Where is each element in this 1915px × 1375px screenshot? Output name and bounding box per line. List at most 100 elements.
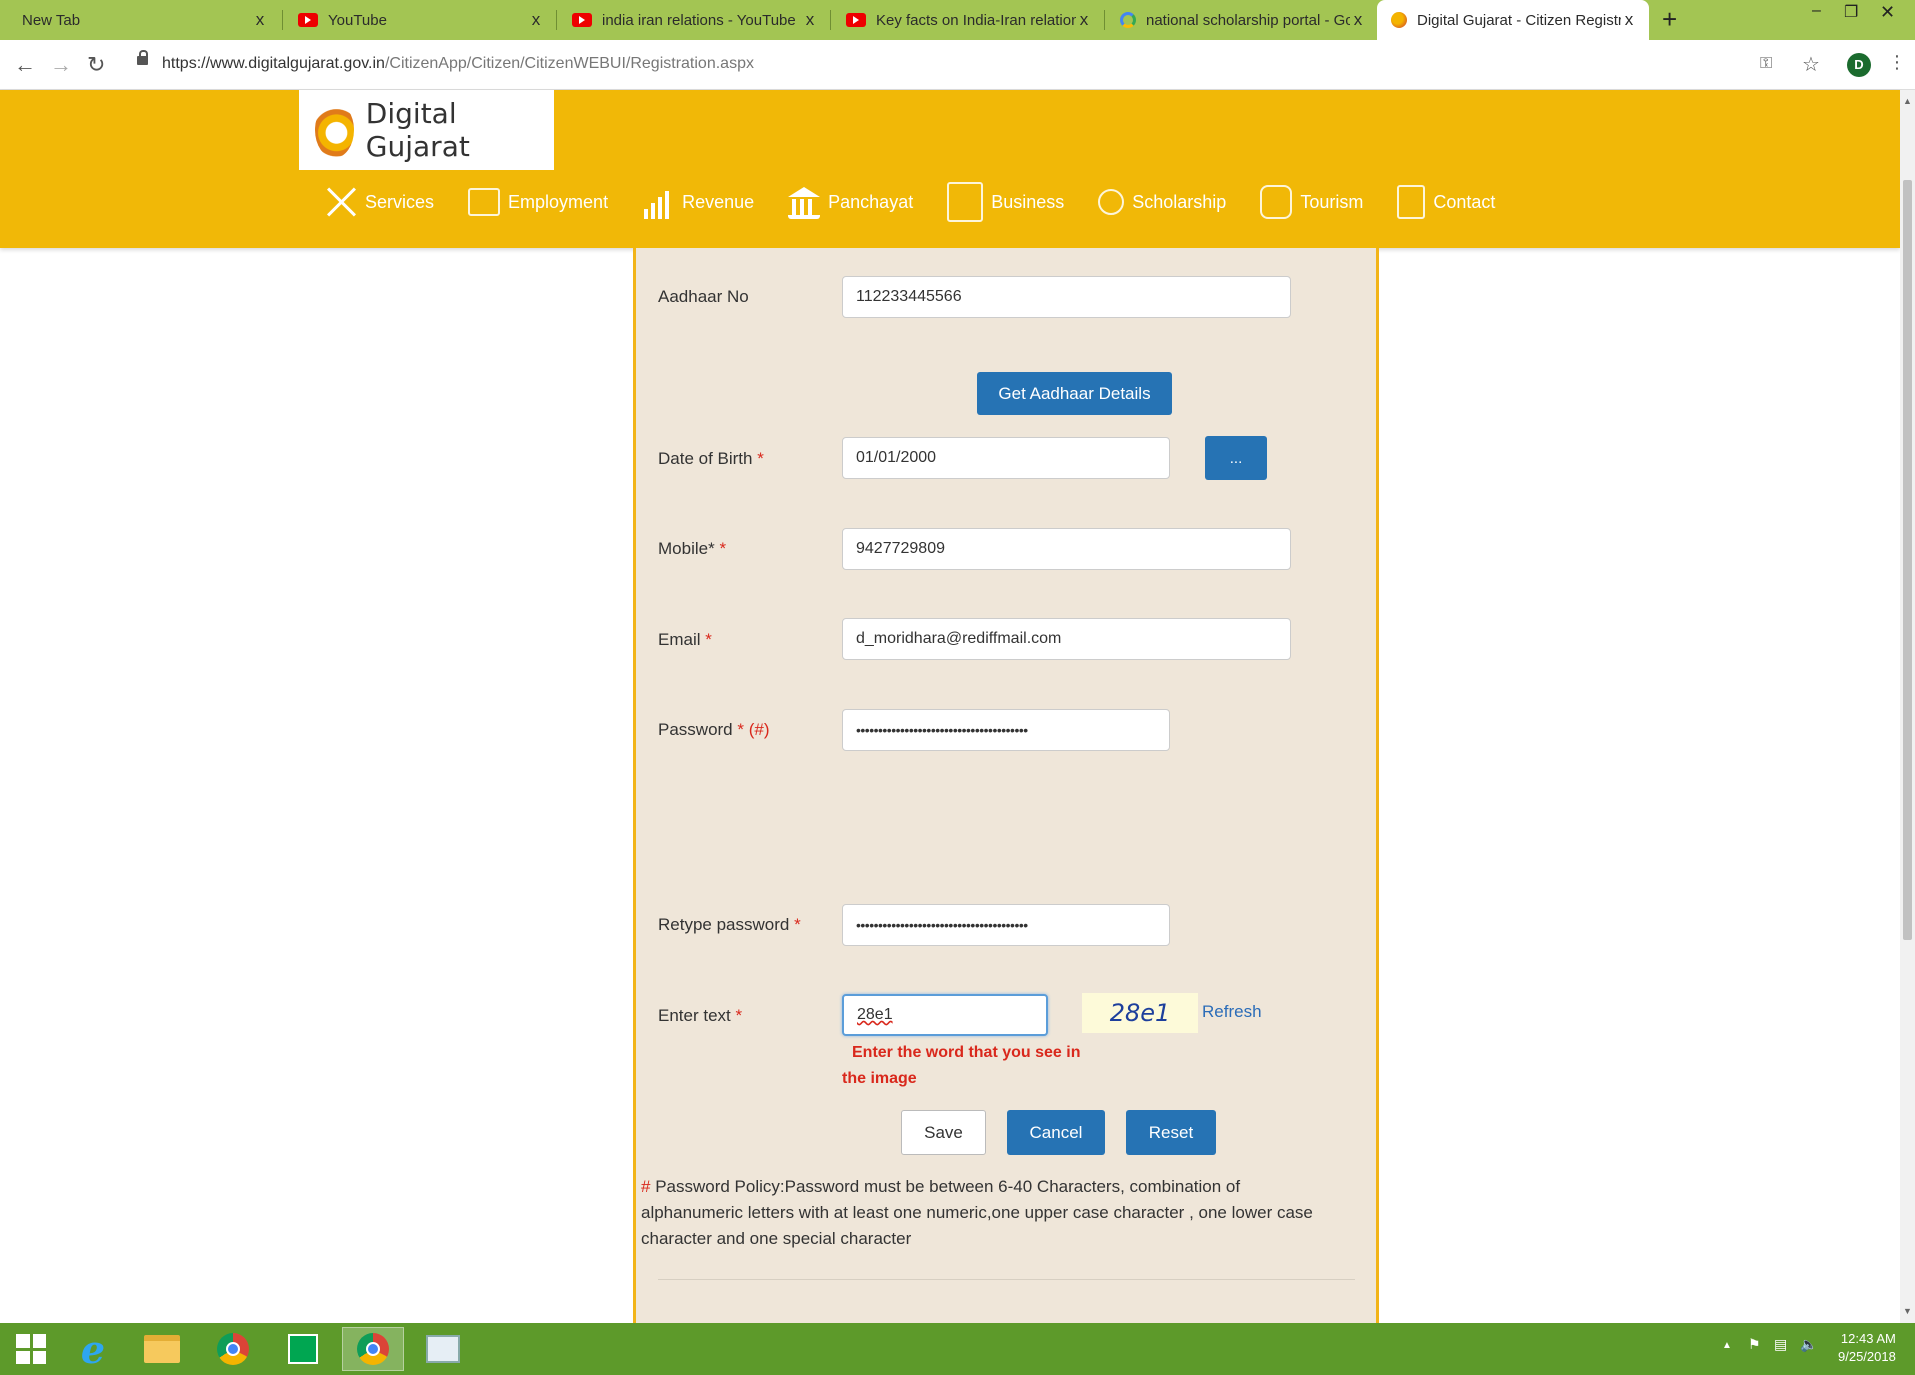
minimize-icon[interactable]: – — [1812, 2, 1821, 20]
profile-avatar[interactable]: D — [1847, 53, 1871, 77]
digital-gujarat-icon — [1391, 12, 1407, 28]
required-mark: * — [735, 1006, 743, 1025]
tray-expand-icon[interactable]: ▲ — [1722, 1340, 1732, 1351]
cancel-button[interactable]: Cancel — [1007, 1110, 1105, 1155]
lock-icon — [137, 50, 148, 65]
menu-label: Contact — [1433, 191, 1496, 212]
tab-key-facts[interactable]: Key facts on India-Iran relations - x — [832, 0, 1104, 40]
main-menu: Services Employment Revenue Panchayat Bu… — [325, 182, 1529, 222]
menu-label: Services — [365, 191, 435, 212]
clock-date: 9/25/2018 — [1838, 1349, 1896, 1364]
retype-label-text: Retype password — [658, 915, 790, 934]
new-tab-button[interactable]: + — [1662, 4, 1677, 35]
menu-label: Panchayat — [828, 191, 914, 212]
mobile-input[interactable]: 9427729809 — [842, 528, 1291, 570]
graduation-icon — [1098, 189, 1125, 215]
youtube-icon — [298, 13, 318, 27]
email-label: Email * — [658, 630, 712, 650]
captcha-image: 28e1 — [1082, 993, 1198, 1033]
system-clock[interactable]: 12:43 AM 9/25/2018 — [1838, 1330, 1896, 1366]
dob-value: 01/01/2000 — [856, 449, 937, 466]
save-button[interactable]: Save — [901, 1110, 986, 1155]
internet-explorer-icon[interactable]: e — [62, 1327, 124, 1372]
url-host: https://www.digitalgujarat.gov.in — [162, 55, 385, 72]
menu-item-tourism[interactable]: Tourism — [1260, 185, 1363, 219]
menu-item-business[interactable]: Business — [947, 182, 1064, 222]
site-logo[interactable]: Digital Gujarat — [299, 90, 554, 170]
restore-icon[interactable]: ❐ — [1844, 2, 1858, 22]
back-arrow-icon[interactable]: ← — [14, 52, 36, 78]
tab-title: Key facts on India-Iran relations - — [876, 11, 1076, 29]
email-input[interactable]: d_moridhara@rediffmail.com — [842, 618, 1291, 660]
aadhaar-value: 112233445566 — [856, 288, 962, 305]
briefcase-icon — [468, 188, 501, 216]
google-icon — [1120, 12, 1136, 28]
captcha-input-value: 28e1 — [857, 1006, 893, 1023]
tab-youtube[interactable]: YouTube x — [284, 0, 556, 40]
menu-kebab-icon[interactable]: ⋮ — [1888, 52, 1906, 73]
bus-icon — [1260, 185, 1293, 219]
mobile-label-text: Mobile* — [658, 539, 715, 558]
close-icon[interactable]: x — [1350, 10, 1366, 30]
aadhaar-input[interactable]: 112233445566 — [842, 276, 1291, 318]
close-icon[interactable]: x — [1076, 10, 1092, 30]
menu-item-services[interactable]: Services — [325, 185, 434, 219]
tab-title: New Tab — [22, 11, 81, 29]
start-button[interactable] — [0, 1327, 62, 1371]
captcha-label-text: Enter text — [658, 1006, 731, 1025]
chrome-active-icon[interactable] — [342, 1327, 404, 1371]
password-label: Password * (#) — [658, 720, 770, 740]
digital-gujarat-logo-icon — [315, 102, 354, 158]
password-label-text: Password — [658, 720, 733, 739]
scrollbar-thumb[interactable] — [1903, 180, 1912, 940]
store-icon[interactable] — [272, 1327, 334, 1371]
scroll-up-icon[interactable]: ▲ — [1903, 96, 1912, 106]
date-picker-button[interactable]: ... — [1205, 436, 1267, 480]
file-explorer-icon[interactable] — [131, 1327, 193, 1371]
captcha-error-message: Enter the word that you see in the image — [842, 1044, 1081, 1087]
close-icon[interactable]: x — [802, 10, 818, 30]
get-aadhaar-details-button[interactable]: Get Aadhaar Details — [977, 372, 1172, 415]
reload-icon[interactable]: ↻ — [87, 52, 105, 78]
network-icon[interactable]: ▤ — [1774, 1336, 1787, 1353]
refresh-captcha-link[interactable]: Refresh — [1202, 1002, 1262, 1022]
url-field[interactable]: https://www.digitalgujarat.gov.in/Citize… — [162, 55, 754, 73]
menu-item-employment[interactable]: Employment — [468, 188, 608, 216]
policy-body: Password Policy:Password must be between… — [641, 1177, 1313, 1248]
scroll-down-icon[interactable]: ▼ — [1903, 1306, 1912, 1316]
menu-item-panchayat[interactable]: Panchayat — [788, 185, 913, 219]
close-icon[interactable]: x — [1621, 10, 1637, 30]
menu-item-scholarship[interactable]: Scholarship — [1098, 189, 1226, 215]
email-value: d_moridhara@rediffmail.com — [856, 630, 1062, 647]
tab-new-tab[interactable]: New Tab x — [0, 0, 280, 40]
dob-input[interactable]: 01/01/2000 — [842, 437, 1170, 479]
required-mark: * — [757, 449, 764, 468]
retype-password-label: Retype password * — [658, 915, 801, 935]
tab-india-iran-youtube[interactable]: india iran relations - YouTube x — [558, 0, 830, 40]
dob-label-text: Date of Birth — [658, 449, 753, 468]
reset-button[interactable]: Reset — [1126, 1110, 1216, 1155]
resource-monitor-icon[interactable] — [412, 1327, 474, 1371]
divider — [658, 1279, 1355, 1280]
flag-icon[interactable]: ⚑ — [1748, 1336, 1761, 1353]
key-icon[interactable]: ⚿ — [1760, 55, 1772, 73]
menu-item-contact[interactable]: Contact — [1397, 185, 1495, 219]
window-close-icon[interactable]: ✕ — [1880, 2, 1895, 23]
star-icon[interactable]: ☆ — [1802, 52, 1820, 77]
menu-item-revenue[interactable]: Revenue — [642, 185, 754, 219]
windows-taskbar: e — [0, 1323, 1915, 1375]
retype-password-input[interactable]: ••••••••••••••••••••••••••••••••••••••• — [842, 904, 1170, 946]
tools-icon — [325, 185, 357, 219]
clock-time: 12:43 AM — [1840, 1331, 1896, 1346]
captcha-input[interactable]: 28e1 — [842, 994, 1048, 1036]
forward-arrow-icon[interactable]: → — [50, 52, 72, 78]
volume-icon[interactable]: 🔈 — [1800, 1336, 1817, 1353]
windows-logo-icon — [16, 1334, 46, 1364]
tab-digital-gujarat[interactable]: Digital Gujarat - Citizen Registrat x — [1377, 0, 1649, 40]
close-icon[interactable]: x — [252, 10, 268, 30]
building-icon — [788, 185, 821, 219]
password-input[interactable]: ••••••••••••••••••••••••••••••••••••••• — [842, 709, 1170, 751]
tab-scholarship-search[interactable]: national scholarship portal - Goo x — [1106, 0, 1378, 40]
close-icon[interactable]: x — [528, 10, 544, 30]
chrome-icon[interactable] — [202, 1327, 264, 1371]
